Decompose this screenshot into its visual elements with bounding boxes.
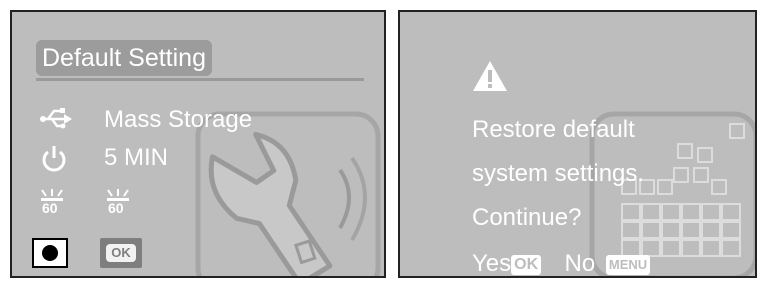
usb-mode-value: Mass Storage <box>104 106 253 133</box>
yes-label[interactable]: Yes <box>472 250 511 276</box>
record-icon[interactable] <box>32 238 68 268</box>
message-line: Restore default <box>472 116 635 143</box>
ok-button[interactable]: OK <box>100 238 142 268</box>
restore-default-dialog: Restore default system settings. Continu… <box>398 10 757 278</box>
led-flash-icon: 60 <box>104 188 132 218</box>
ok-key-icon[interactable]: OK <box>511 255 542 275</box>
message-line: Continue? <box>472 204 582 231</box>
title-divider <box>36 78 364 81</box>
menu-key-icon[interactable]: MENU <box>605 255 651 275</box>
confirm-row: Yes OK No MENU <box>472 250 651 276</box>
no-label[interactable]: No <box>565 250 596 276</box>
page-title: Default Setting <box>36 40 212 76</box>
auto-power-off-value: 5 MIN <box>104 144 169 171</box>
led-flash-label: 60 <box>42 200 58 216</box>
default-setting-screen: Default Setting Mass Storage 5 MIN 60 60… <box>10 10 386 278</box>
ok-button-label: OK <box>106 244 136 262</box>
led-flash-label: 60 <box>108 200 124 216</box>
message-line: system settings. <box>472 160 645 187</box>
led-flash-icon: 60 <box>38 188 66 218</box>
warning-icon <box>473 61 507 91</box>
power-icon <box>42 146 66 172</box>
usb-icon <box>40 108 72 129</box>
